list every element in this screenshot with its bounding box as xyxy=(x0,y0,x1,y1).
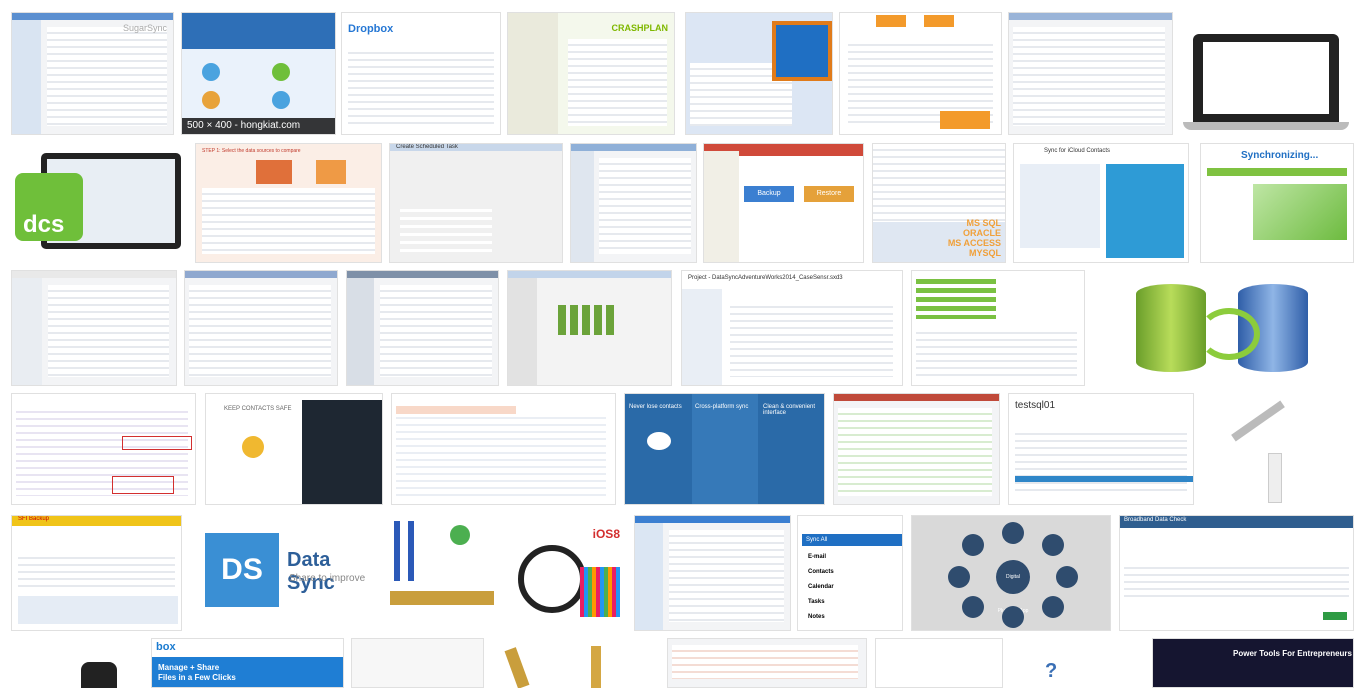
result-thumb-sync-progress[interactable] xyxy=(911,270,1085,386)
dialog-title: Create Scheduled Task xyxy=(396,144,458,150)
result-thumb-list-app[interactable] xyxy=(634,515,791,631)
result-thumb-db-migrate[interactable]: MS SQL ORACLE MS ACCESS MYSQL xyxy=(872,143,1006,263)
thumb-label: SugarSync xyxy=(122,23,167,33)
result-thumb-dropbox[interactable]: Dropbox xyxy=(341,12,501,135)
result-thumb-file-compare[interactable] xyxy=(833,393,1000,505)
result-thumb-step1-compare[interactable]: STEP 1: Select the data sources to compa… xyxy=(195,143,382,263)
list-item-email: E-mail xyxy=(808,554,827,560)
feature-never-lose: Never lose contacts xyxy=(629,404,682,410)
result-thumb-dcs[interactable]: dcs xyxy=(11,143,187,263)
feature-clean-interface: Clean & convenient interface xyxy=(763,404,816,416)
db-label-oracle: ORACLE xyxy=(963,228,1001,238)
db-label-msaccess: MS ACCESS xyxy=(947,238,1001,248)
ios8-label: iOS8 xyxy=(592,527,620,541)
result-thumb-sync-client[interactable]: Sync All E-mail Contacts Calendar Tasks … xyxy=(797,515,903,631)
database-green-icon xyxy=(1136,284,1206,372)
result-thumb-plumbing-cloud[interactable]: Digital Plumbing App xyxy=(911,515,1111,631)
data-sync-tagline: Share to improve xyxy=(289,573,366,584)
data-sync-title: Data Sync xyxy=(287,549,335,594)
result-thumb-settings-dialog[interactable] xyxy=(570,143,697,263)
list-item-contacts: Contacts xyxy=(808,569,834,575)
result-thumb-customization[interactable] xyxy=(11,270,177,386)
result-thumb-icloud-contacts[interactable]: Sync for iCloud Contacts xyxy=(1013,143,1189,263)
thumb-label: Project - DataSyncAdventureWorks2014_Cas… xyxy=(688,275,843,281)
db-label-mssql: MS SQL xyxy=(966,218,1001,228)
result-thumb-compare-grid[interactable] xyxy=(667,638,867,688)
result-thumb-wizard[interactable] xyxy=(507,270,672,386)
list-item-calendar: Calendar xyxy=(808,584,834,590)
backup-button: Backup xyxy=(744,186,794,202)
result-thumb-keep-contacts[interactable]: KEEP CONTACTS SAFE xyxy=(205,393,383,505)
result-thumb-testsql[interactable]: testsql01 xyxy=(1008,393,1194,505)
document-icon xyxy=(772,21,832,81)
result-thumb-question[interactable]: ? xyxy=(1011,638,1144,688)
result-thumb-todo-backup[interactable]: 500 × 400 - hongkiat.com xyxy=(181,12,336,135)
ds-logo: DS xyxy=(205,533,279,607)
center-node: Digital Plumbing App xyxy=(996,560,1030,614)
sync-all-button: Sync All xyxy=(802,534,902,546)
result-thumb-power-tools[interactable]: Power Tools For Entrepreneurs xyxy=(1152,638,1354,688)
result-thumb-laptop-app[interactable] xyxy=(1179,12,1354,135)
result-thumb-identical-data[interactable] xyxy=(391,393,616,505)
result-thumb-synchronizing[interactable]: Synchronizing... xyxy=(1200,143,1354,263)
result-thumb-compare-step1[interactable] xyxy=(11,393,196,505)
result-thumb-flex-cable[interactable] xyxy=(491,638,659,688)
hover-caption: 500 × 400 - hongkiat.com xyxy=(182,118,335,134)
thumb-label: SFI Backup xyxy=(18,516,50,522)
thumb-title: Synchronizing... xyxy=(1241,150,1319,161)
result-thumb-repair-tools[interactable] xyxy=(380,515,502,631)
result-thumb-crashplan[interactable]: CRASHPLAN xyxy=(507,12,675,135)
result-thumb-box[interactable]: box Manage + Share Files in a Few Clicks xyxy=(151,638,344,688)
restore-button: Restore xyxy=(804,186,854,202)
result-thumb-data-grid[interactable] xyxy=(1008,12,1173,135)
result-thumb-project[interactable]: Project - DataSyncAdventureWorks2014_Cas… xyxy=(681,270,903,386)
list-item-notes: Notes xyxy=(808,614,825,620)
thumb-label: testsql01 xyxy=(1015,400,1056,411)
cable-icon xyxy=(1231,400,1285,442)
dropbox-logo-text: Dropbox xyxy=(348,23,394,35)
result-thumb-scheduled-task[interactable]: Create Scheduled Task xyxy=(389,143,563,263)
result-thumb-sugarsync[interactable]: SugarSync xyxy=(11,12,174,135)
db-label-mysql: MYSQL xyxy=(968,248,1001,258)
thumb-label: STEP 1: Select the data sources to compa… xyxy=(202,148,301,154)
list-item-tasks: Tasks xyxy=(808,599,825,605)
result-thumb-misc[interactable] xyxy=(875,638,1003,688)
result-thumb-explorer[interactable] xyxy=(346,270,499,386)
result-thumb-compare-annotated[interactable] xyxy=(839,12,1002,135)
result-thumb-backup-restore[interactable]: Backup Restore xyxy=(703,143,864,263)
result-thumb-table-view[interactable] xyxy=(184,270,338,386)
result-thumb-dongle[interactable] xyxy=(11,638,145,688)
crashplan-logo-text: CRASHPLAN xyxy=(611,23,668,33)
result-thumb-broadband[interactable]: Broadband Data Check xyxy=(1119,515,1354,631)
thumb-label: Sync for iCloud Contacts xyxy=(1044,148,1111,154)
box-logo-text: box xyxy=(156,641,176,653)
result-thumb-data-sync-logo[interactable]: DS Data Sync Share to improve xyxy=(195,515,373,631)
power-tools-title: Power Tools For Entrepreneurs xyxy=(1233,649,1352,658)
result-thumb-ios8-cables[interactable]: iOS8 xyxy=(508,515,626,631)
result-thumb-lightning-cable[interactable] xyxy=(1208,393,1346,505)
question-icon: ? xyxy=(1045,660,1058,682)
thumb-label: KEEP CONTACTS SAFE xyxy=(224,406,292,412)
sync-arrows-icon xyxy=(1198,308,1260,360)
feature-cross-platform: Cross-platform sync xyxy=(695,404,749,410)
box-headline: Manage + Share Files in a Few Clicks xyxy=(158,663,236,682)
result-thumb-blank[interactable] xyxy=(351,638,484,688)
thumb-title: Broadband Data Check xyxy=(1124,517,1187,523)
result-thumb-sfi-backup[interactable]: SFI Backup xyxy=(11,515,182,631)
dcs-logo-text: dcs xyxy=(23,211,65,238)
result-thumb-db-sync-icon[interactable] xyxy=(1126,270,1320,386)
result-thumb-doc-sync[interactable] xyxy=(685,12,833,135)
result-thumb-features[interactable]: Never lose contacts Cross-platform sync … xyxy=(624,393,825,505)
